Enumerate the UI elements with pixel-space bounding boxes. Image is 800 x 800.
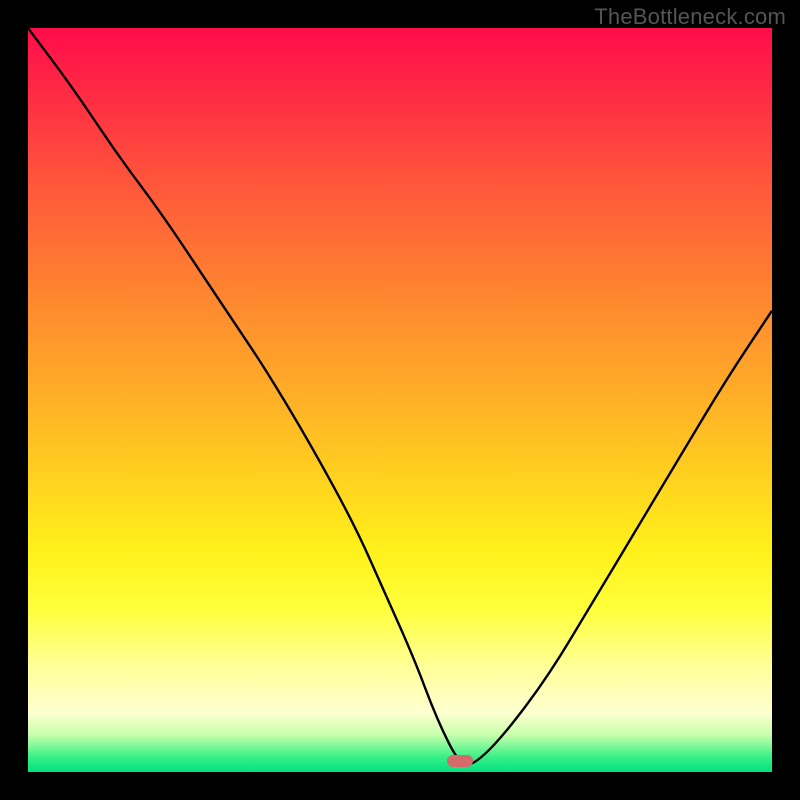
bottleneck-curve-line [28,28,772,765]
curve-svg [28,28,772,772]
watermark-text: TheBottleneck.com [594,4,786,30]
plot-area [28,28,772,772]
chart-frame: TheBottleneck.com [0,0,800,800]
minimum-marker-icon [447,755,473,767]
